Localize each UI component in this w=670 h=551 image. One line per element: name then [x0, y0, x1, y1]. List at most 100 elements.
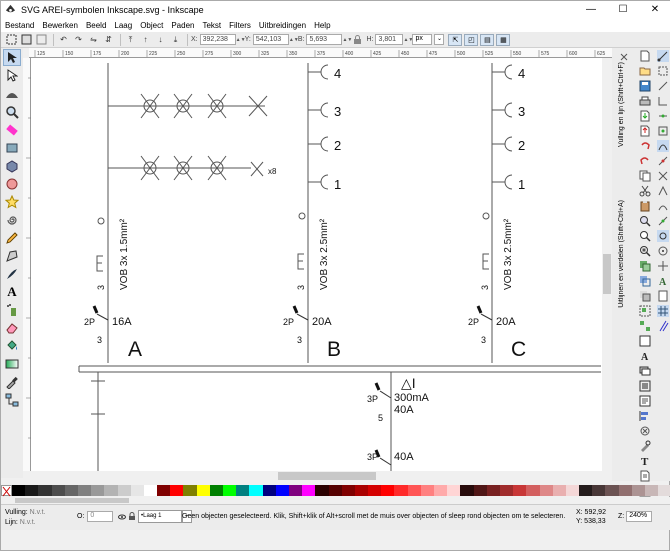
align-distribute-icon[interactable]: [639, 410, 651, 422]
color-swatch[interactable]: [64, 485, 78, 496]
fill-value[interactable]: N.v.t.: [30, 509, 46, 516]
color-swatch[interactable]: [12, 485, 26, 496]
layers-icon[interactable]: [639, 365, 651, 377]
color-swatch[interactable]: [77, 485, 92, 496]
color-swatch[interactable]: [183, 485, 197, 496]
snap-page-border-icon[interactable]: [657, 290, 669, 302]
ellipse-tool-icon[interactable]: [3, 175, 21, 192]
import-icon[interactable]: [639, 110, 651, 122]
spray-tool-icon[interactable]: [3, 301, 21, 318]
height-spin-icon[interactable]: ▲▼: [403, 34, 413, 45]
y-field[interactable]: 542,103: [252, 34, 289, 45]
color-swatch[interactable]: [354, 485, 369, 496]
color-swatch[interactable]: [579, 485, 593, 496]
palette-scrollbar[interactable]: [1, 497, 670, 504]
redo-icon[interactable]: [639, 155, 651, 167]
raise-icon[interactable]: ↑: [139, 34, 152, 46]
color-swatch[interactable]: [38, 485, 52, 496]
snap-line-midpoint-icon[interactable]: [657, 215, 669, 227]
color-swatch[interactable]: [526, 485, 540, 496]
color-swatch[interactable]: [605, 485, 619, 496]
color-swatch[interactable]: [368, 485, 382, 496]
color-swatch[interactable]: [394, 485, 408, 496]
color-swatch[interactable]: [117, 485, 131, 496]
zoom-drawing-icon[interactable]: [639, 230, 651, 242]
snap-bbox-midpoint-icon[interactable]: [657, 110, 669, 122]
ungroup-icon[interactable]: [639, 320, 651, 332]
menu-help[interactable]: Help: [314, 21, 330, 30]
color-palette[interactable]: [1, 484, 670, 497]
flip-vertical-icon[interactable]: ⇵: [102, 34, 115, 46]
color-swatch[interactable]: [552, 485, 566, 496]
menu-paden[interactable]: Paden: [171, 21, 194, 30]
vertical-scroll-thumb[interactable]: [603, 254, 611, 294]
deselect-icon[interactable]: [35, 34, 48, 46]
color-swatch[interactable]: [196, 485, 210, 496]
new-document-icon[interactable]: [639, 50, 651, 62]
x-spin-icon[interactable]: ▲▼: [236, 34, 246, 45]
snap-bbox-edge-icon[interactable]: [657, 80, 669, 92]
zoom-field[interactable]: 240%: [626, 511, 653, 522]
lower-to-bottom-icon[interactable]: ⤓: [169, 34, 182, 46]
rotate-ccw-icon[interactable]: ↶: [57, 34, 70, 46]
x-field[interactable]: 392,238: [199, 34, 236, 45]
color-swatch[interactable]: [539, 485, 553, 496]
align-dock-tab[interactable]: Uitlijnen en verdelen (Shift+Ctrl+A): [618, 200, 625, 308]
snap-grid-icon[interactable]: [656, 305, 669, 317]
color-swatch[interactable]: [341, 485, 355, 496]
scale-stroke-icon[interactable]: ⇱: [448, 33, 463, 46]
calligraphy-tool-icon[interactable]: [3, 265, 21, 282]
measure-tool-icon[interactable]: [3, 121, 21, 138]
pencil-tool-icon[interactable]: [3, 229, 21, 246]
color-swatch[interactable]: [249, 485, 263, 496]
fill-stroke-dock-tab[interactable]: Vulling en lijn (Shift+Ctrl+F): [618, 62, 625, 147]
objects-icon[interactable]: [639, 380, 651, 392]
zoom-tool-icon[interactable]: [3, 103, 21, 120]
color-swatch[interactable]: [658, 485, 670, 496]
raise-to-top-icon[interactable]: ⤒: [124, 34, 137, 46]
selector-tool-icon[interactable]: [3, 49, 21, 66]
color-swatch[interactable]: [460, 485, 474, 496]
color-swatch[interactable]: [104, 485, 118, 496]
group-icon[interactable]: [639, 305, 651, 317]
vertical-scrollbar[interactable]: [602, 58, 612, 471]
paint-bucket-tool-icon[interactable]: [3, 337, 21, 354]
color-swatch[interactable]: [302, 485, 316, 496]
unit-select[interactable]: px: [412, 34, 433, 45]
select-all-icon[interactable]: [5, 34, 18, 46]
snap-bbox-corner-icon[interactable]: [657, 95, 669, 107]
print-icon[interactable]: [639, 95, 651, 107]
color-swatch[interactable]: [143, 485, 158, 496]
color-swatch[interactable]: [25, 485, 39, 496]
stroke-value[interactable]: N.v.t.: [20, 519, 36, 526]
connector-tool-icon[interactable]: [3, 391, 21, 408]
eraser-tool-icon[interactable]: [3, 319, 21, 336]
no-paint-swatch[interactable]: [1, 485, 12, 497]
lock-icon[interactable]: [351, 34, 364, 46]
snap-bbox-center-icon[interactable]: [657, 125, 669, 137]
height-field[interactable]: 3,801: [375, 34, 404, 45]
color-swatch[interactable]: [288, 485, 303, 496]
flip-horizontal-icon[interactable]: ⇋: [87, 34, 100, 46]
undo-icon[interactable]: [639, 140, 651, 152]
paste-icon[interactable]: [639, 200, 651, 212]
xml-editor-icon[interactable]: [639, 395, 651, 407]
text-tool-icon[interactable]: A: [3, 283, 21, 300]
rotate-cw-icon[interactable]: ↷: [72, 34, 85, 46]
cut-icon[interactable]: [639, 185, 651, 197]
move-patterns-icon[interactable]: ▦: [496, 33, 511, 46]
menu-bestand[interactable]: Bestand: [5, 21, 34, 30]
snap-rotation-center-icon[interactable]: [657, 260, 669, 272]
color-swatch[interactable]: [618, 485, 632, 496]
snap-others-icon[interactable]: [656, 230, 669, 242]
open-icon[interactable]: [639, 65, 651, 77]
3d-box-tool-icon[interactable]: [3, 157, 21, 174]
color-swatch[interactable]: [645, 485, 659, 496]
symbols-icon[interactable]: [639, 425, 651, 437]
menu-beeld[interactable]: Beeld: [86, 21, 106, 30]
color-swatch[interactable]: [91, 485, 105, 496]
horizontal-scrollbar[interactable]: [31, 471, 602, 481]
export-icon[interactable]: [639, 125, 651, 137]
lower-icon[interactable]: ↓: [154, 34, 167, 46]
horizontal-scroll-thumb[interactable]: [278, 472, 376, 480]
